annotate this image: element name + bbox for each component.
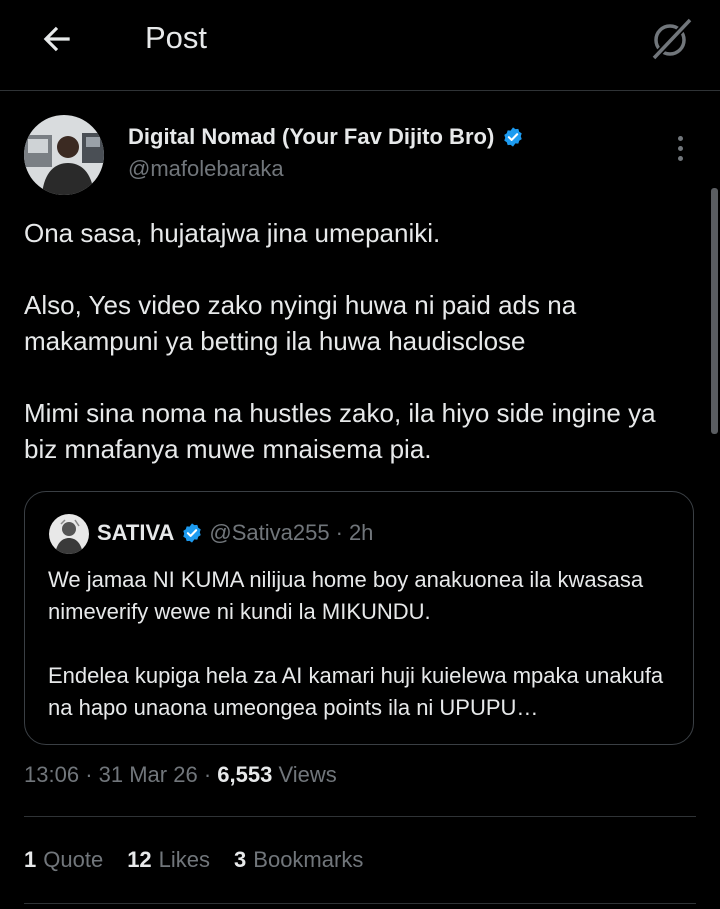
quoted-paragraph: We jamaa NI KUMA nilijua home boy anakuo… (48, 567, 644, 624)
divider (24, 903, 696, 904)
more-options-button[interactable] (665, 130, 695, 166)
quoted-text: We jamaa NI KUMA nilijua home boy anakuo… (48, 564, 678, 724)
page-title: Post (145, 20, 208, 55)
post-paragraph: Ona sasa, hujatajwa jina umepaniki. (24, 218, 441, 248)
quoted-author-name: SATIVA (97, 520, 175, 545)
bookmarks-count: 3 (234, 847, 247, 872)
more-icon-dot (677, 155, 683, 161)
bookmarks-stat[interactable]: 3 Bookmarks (234, 847, 363, 873)
post-text: Ona sasa, hujatajwa jina umepaniki. Also… (24, 215, 684, 467)
post-paragraph: Also, Yes video zako nyingi huwa ni paid… (24, 290, 577, 356)
likes-stat[interactable]: 12 Likes (127, 847, 210, 873)
verified-badge-icon (183, 523, 202, 543)
back-button[interactable] (36, 18, 78, 60)
more-icon-dot (677, 135, 683, 141)
author-name-row[interactable]: Digital Nomad (Your Fav Dijito Bro) (128, 124, 524, 150)
likes-count: 12 (127, 847, 152, 872)
quoted-header: SATIVA @Sativa255 · 2h (97, 520, 373, 546)
scrollbar[interactable] (711, 188, 718, 434)
quoted-author-handle: @Sativa255 (209, 520, 330, 545)
quoted-post-card[interactable]: SATIVA @Sativa255 · 2h We jamaa NI KUMA … (24, 491, 694, 745)
more-icon-dot (677, 145, 683, 151)
quotes-label: Quote (43, 847, 104, 872)
quoted-author-avatar (49, 514, 89, 554)
post-paragraph: Mimi sina noma na hustles zako, ila hiyo… (24, 398, 656, 464)
separator-dot: · (335, 520, 343, 545)
views-count: 6,553 (217, 762, 273, 787)
likes-label: Likes (158, 847, 211, 872)
post-time[interactable]: 13:06 (24, 762, 79, 787)
views-label: Views (278, 762, 337, 787)
separator-dot: · (85, 762, 99, 787)
quotes-count: 1 (24, 847, 37, 872)
verified-badge-icon (504, 127, 522, 147)
post-date[interactable]: 31 Mar 26 (99, 762, 198, 787)
bookmarks-label: Bookmarks (253, 847, 364, 872)
arrow-left-icon (43, 26, 70, 52)
quoted-timestamp: 2h (348, 520, 374, 545)
post-meta: 13:06 · 31 Mar 26 · 6,553 Views (24, 762, 337, 788)
author-name[interactable]: Digital Nomad (Your Fav Dijito Bro) (128, 124, 494, 150)
grok-button[interactable] (646, 14, 696, 64)
grok-slash-icon (651, 17, 693, 61)
engagement-stats: 1 Quote 12 Likes 3 Bookmarks (24, 847, 387, 873)
author-avatar[interactable] (24, 115, 104, 195)
quotes-stat[interactable]: 1 Quote (24, 847, 103, 873)
quoted-paragraph: Endelea kupiga hela za AI kamari huji ku… (48, 663, 664, 720)
author-handle[interactable]: @mafolebaraka (128, 156, 284, 182)
separator-dot: · (203, 762, 218, 787)
top-bar: Post (0, 0, 720, 91)
divider (24, 816, 696, 817)
